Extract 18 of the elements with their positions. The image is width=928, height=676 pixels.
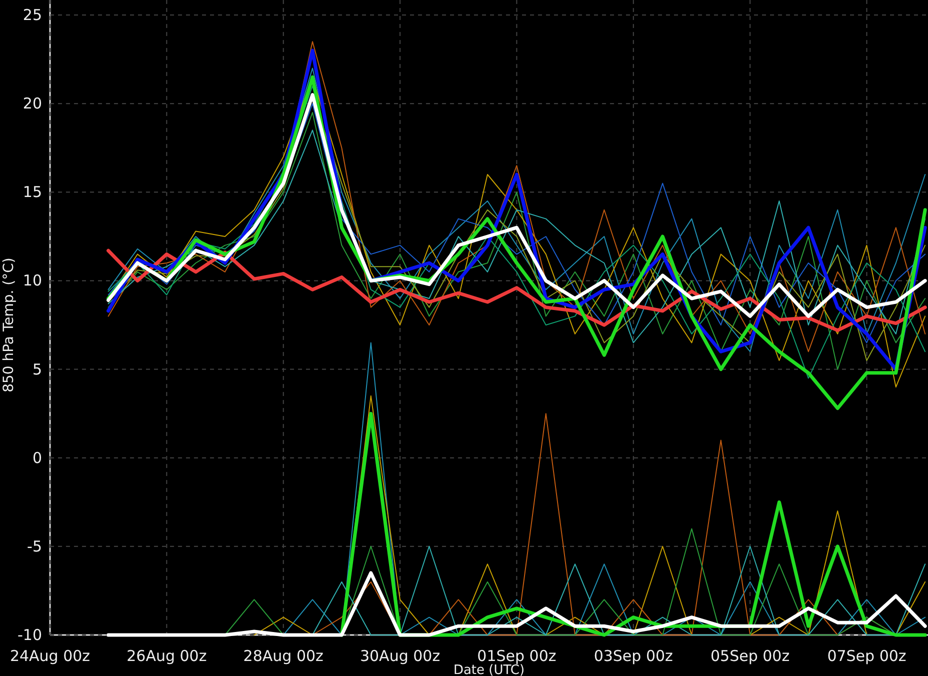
x-axis-label: Date (UTC) — [453, 663, 525, 676]
y-tick-label: 0 — [32, 448, 42, 467]
x-tick-label: 30Aug 00z — [360, 647, 440, 665]
y-tick-label: -10 — [18, 626, 42, 644]
x-tick-label: 05Sep 00z — [710, 647, 790, 665]
y-tick-label: 20 — [22, 94, 42, 113]
x-tick-label: 26Aug 00z — [126, 647, 207, 665]
y-tick-label: 25 — [22, 6, 42, 24]
y-tick-label: 10 — [22, 272, 42, 290]
x-tick-label: 03Sep 00z — [594, 647, 673, 665]
y-axis-label: 850 hPa Temp. (°C) — [1, 258, 17, 392]
y-tick-label: 15 — [22, 183, 42, 202]
x-tick-label: 24Aug 00z — [10, 647, 90, 665]
y-tick-label: 5 — [32, 360, 42, 378]
x-tick-label: 28Aug 00z — [243, 647, 324, 665]
y-tick-label: -5 — [27, 537, 42, 556]
x-tick-label: 07Sep 00z — [827, 647, 906, 665]
x-tick-label: 01Sep 00z — [477, 647, 556, 665]
